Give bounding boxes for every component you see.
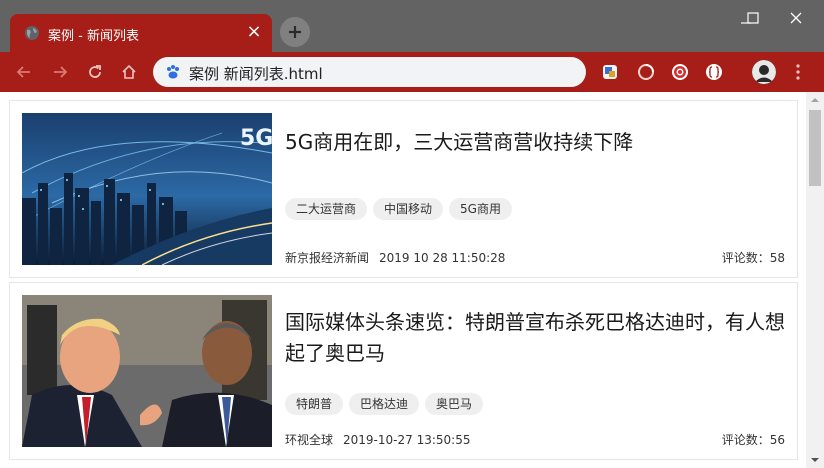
tab-strip: 案例 - 新闻列表 × [0,0,824,52]
news-title[interactable]: 5G商用在即，三大运营商营收持续下降 [285,127,795,158]
extension-translate-icon[interactable] [600,62,620,82]
tab-title: 案例 - 新闻列表 [48,29,139,44]
news-source: 新京报经济新闻 [285,251,370,265]
scroll-up-arrow-icon[interactable] [806,92,824,108]
tag[interactable]: 奥巴马 [425,393,484,415]
close-icon [790,12,802,24]
news-meta: 新京报经济新闻 2019 10 28 11:50:28 [285,249,505,266]
menu-dots-icon[interactable] [788,62,808,82]
address-bar[interactable]: 案例 新闻列表.html [153,57,586,87]
trump-obama-photo [22,295,272,447]
news-thumbnail-5g[interactable]: 5G [22,113,272,265]
news-card[interactable]: 国际媒体头条速览：特朗普宣布杀死巴格达迪时，有人想起了奥巴马 特朗普 巴格达迪 奥巴… [9,282,798,460]
scrollbar-thumb[interactable] [809,110,821,186]
news-meta: 环视全球 2019-10-27 13:50:55 [285,431,470,448]
5g-image-label: 5G [240,126,272,151]
user-avatar-icon [752,60,776,84]
extension-swirl-icon[interactable] [636,62,656,82]
news-time: 2019-10-27 13:50:55 [343,433,471,447]
browser-tab[interactable]: 案例 - 新闻列表 × [10,14,272,52]
news-source: 环视全球 [285,433,334,447]
address-text: 案例 新闻列表.html [189,65,323,83]
back-arrow-icon[interactable] [14,62,34,82]
profile-avatar[interactable] [752,60,776,84]
reload-icon[interactable] [85,62,105,82]
home-icon[interactable] [119,62,139,82]
tag-list: 二大运营商 中国移动 5G商用 [285,198,518,220]
scroll-down-arrow-icon[interactable] [806,452,824,468]
tag[interactable]: 5G商用 [449,198,512,220]
tab-close-icon[interactable]: × [244,22,264,42]
city-skyline-image: 5G [22,113,272,265]
paw-icon [167,65,179,79]
plus-icon [289,26,301,38]
extension-braces-icon[interactable] [704,62,724,82]
comment-count: 评论数：56 [721,433,785,447]
tag[interactable]: 特朗普 [285,393,344,415]
tag[interactable]: 巴格达迪 [349,393,420,415]
news-card[interactable]: 5G 5G商用在即，三大运营商营收持续下降 二大运营商 中国移动 5G商用 新京报经… [9,100,798,278]
close-window-button[interactable] [776,4,816,32]
maximize-button[interactable] [733,4,773,32]
maximize-icon [747,12,759,24]
tag[interactable]: 中国移动 [373,198,444,220]
comment-count: 评论数：58 [721,251,785,265]
vertical-scrollbar[interactable] [806,92,824,468]
new-tab-button[interactable] [280,17,310,47]
tag-list: 特朗普 巴格达迪 奥巴马 [285,393,489,415]
browser-toolbar: 案例 新闻列表.html [0,52,824,92]
extension-target-icon[interactable] [670,62,690,82]
page-viewport: 5G 5G商用在即，三大运营商营收持续下降 二大运营商 中国移动 5G商用 新京报经… [0,92,806,468]
news-time: 2019 10 28 11:50:28 [379,251,506,265]
tag[interactable]: 二大运营商 [285,198,368,220]
globe-icon [25,26,39,40]
news-thumbnail-politics[interactable] [22,295,272,447]
news-title[interactable]: 国际媒体头条速览：特朗普宣布杀死巴格达迪时，有人想起了奥巴马 [285,307,795,369]
forward-arrow-icon[interactable] [50,62,70,82]
